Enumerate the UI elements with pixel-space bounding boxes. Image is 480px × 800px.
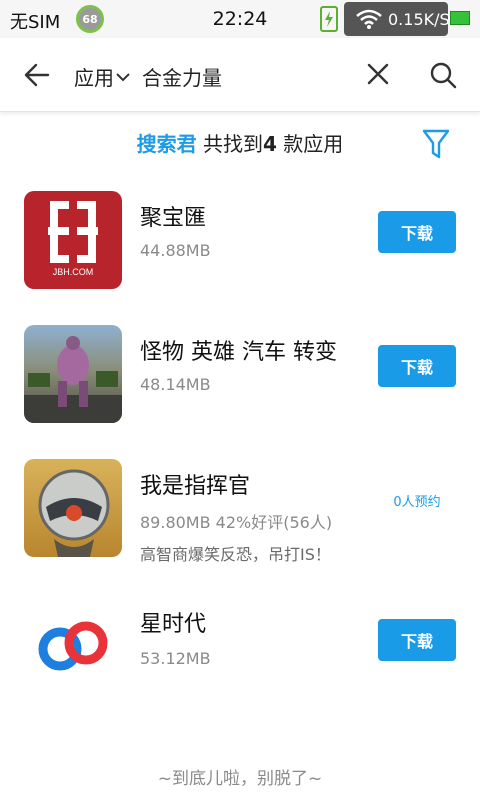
app-name: 星时代 (140, 612, 207, 637)
app-icon-jbh: JBH.COM (24, 191, 122, 289)
net-speed: 0.15K/S (388, 10, 450, 29)
scope-label: 应用 (74, 66, 114, 90)
download-button[interactable]: 下载 (378, 345, 456, 387)
back-arrow-icon (24, 63, 50, 87)
network-indicator: 0.15K/S (344, 2, 450, 36)
clear-icon (367, 63, 389, 85)
app-icon-star-era (24, 597, 122, 695)
app-name: 怪物 英雄 汽车 转变 (140, 340, 337, 365)
search-button[interactable] (428, 60, 458, 90)
app-name: 聚宝匯 (140, 206, 207, 231)
app-name: 我是指挥官 (140, 474, 251, 499)
status-bar: 无SIM 68 22:24 0.15K/S (0, 0, 480, 38)
clear-button[interactable] (364, 60, 392, 88)
summary-prefix: 共找到 (196, 132, 264, 156)
list-item[interactable]: 星时代 53.12MB 下载 (0, 594, 480, 724)
list-item[interactable]: 怪物 英雄 汽车 转变 48.14MB 下载 (0, 322, 480, 452)
reservation-count[interactable]: 0人预约 (378, 491, 456, 510)
summary-suffix: 款应用 (276, 132, 344, 156)
end-of-list-text: ~到底儿啦，别脱了~ (157, 769, 323, 789)
battery-icon (450, 11, 470, 25)
app-size: 53.12MB (140, 649, 211, 668)
filter-button[interactable] (422, 128, 450, 160)
app-size: 44.88MB (140, 241, 211, 260)
summary-brand: 搜索君 (136, 132, 197, 156)
jbh-logo-text: JBH.COM (53, 267, 94, 277)
download-button[interactable]: 下载 (378, 619, 456, 661)
charging-icon (320, 6, 338, 32)
list-item[interactable]: JBH.COM 聚宝匯 44.88MB 下载 (0, 188, 480, 318)
search-input[interactable]: 合金力量 (142, 62, 222, 91)
app-icon-monster-hero (24, 325, 122, 423)
app-size: 48.14MB (140, 375, 211, 394)
search-header: 应用 合金力量 (0, 38, 480, 112)
app-icon-commander (24, 459, 122, 557)
wifi-icon (356, 9, 382, 29)
result-summary: 搜索君 共找到4 款应用 (0, 128, 480, 157)
chevron-down-icon (116, 72, 130, 81)
download-button[interactable]: 下载 (378, 211, 456, 253)
app-description: 高智商爆笑反恐，吊打IS！ (140, 545, 331, 564)
result-count: 4 (263, 132, 277, 156)
list-item[interactable]: 我是指挥官 89.80MB 42%好评(56人) 高智商爆笑反恐，吊打IS！ 0… (0, 456, 480, 586)
filter-icon (422, 129, 450, 159)
back-button[interactable] (20, 58, 54, 92)
app-meta: 89.80MB 42%好评(56人) (140, 513, 333, 532)
scope-dropdown[interactable]: 应用 (74, 62, 130, 91)
search-icon (430, 62, 457, 89)
